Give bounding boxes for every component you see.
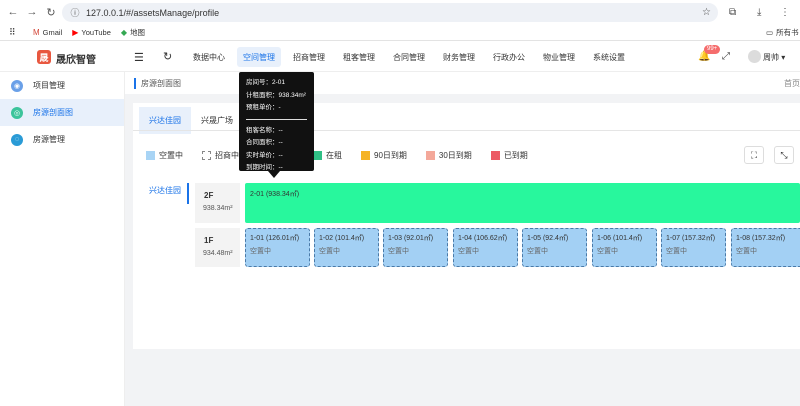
floor-name: 1F (204, 236, 214, 245)
tooltip-arrow (268, 171, 280, 178)
top-nav: 数据中心 空间管理 招商管理 租客管理 合同管理 财务管理 行政办公 物业管理 … (187, 47, 637, 67)
logo-icon: 晟 (37, 50, 51, 64)
menu-icon[interactable]: ⋮ (780, 4, 790, 21)
legend-rented: 在租 (313, 150, 342, 161)
legend-expired: 已到期 (490, 150, 528, 161)
status-legend: 空置中 招商中 在租 90日到期 30日到期 已到期 (146, 150, 547, 161)
forward-icon[interactable]: → (24, 4, 40, 20)
nav-tenant[interactable]: 租客管理 (337, 47, 381, 67)
nav-system-settings[interactable]: 系统设置 (587, 47, 631, 67)
browser-toolbar: ← → ↻ ⓘ 127.0.0.1/#/assetsManage/profile… (0, 0, 800, 25)
legend-vacant: 空置中 (146, 150, 183, 161)
legend-swatch (146, 151, 155, 160)
room-1-01[interactable]: 1-01 (126.01㎡) 空置中 (245, 228, 310, 267)
nav-space-management[interactable]: 空间管理 (237, 47, 281, 67)
legend-swatch (313, 151, 322, 160)
star-icon[interactable]: ☆ (702, 4, 711, 21)
legend-30-days: 30日到期 (425, 150, 472, 161)
sidebar-item-projects[interactable]: ◉ 项目管理 (0, 72, 124, 99)
breadcrumb-home[interactable]: 首页 (784, 78, 800, 89)
app-header: 晟 晟欣智管 ☰ ↻ 数据中心 空间管理 招商管理 租客管理 合同管理 财务管理… (0, 42, 800, 72)
fullscreen-view-icon[interactable]: ⛶ (744, 146, 764, 164)
folder-icon: ▭ (766, 28, 774, 37)
breadcrumb-bar: 房源剖面图 首页 (125, 72, 800, 94)
legend-90-days: 90日到期 (361, 150, 407, 161)
floor-1f: 1F 934.48m² (195, 228, 240, 267)
floor-area: 938.34m² (203, 205, 233, 212)
maps-icon: ◆ (120, 28, 128, 37)
room-1-07[interactable]: 1-07 (157.32㎡) 空置中 (661, 228, 726, 267)
profile-chart-icon: ◎ (11, 106, 23, 119)
nav-admin-office[interactable]: 行政办公 (487, 47, 531, 67)
apps-icon[interactable]: ⠿ (9, 27, 16, 38)
sidebar-item-profile[interactable]: ◎ 房源剖面图 (0, 99, 124, 126)
room-1-05[interactable]: 1-05 (92.4㎡) 空置中 (522, 228, 587, 267)
room-1-08[interactable]: 1-08 (157.32㎡) 空置中 (731, 228, 800, 267)
legend-swatch (425, 151, 435, 160)
tooltip-divider (246, 118, 307, 120)
room-1-06[interactable]: 1-06 (101.4㎡) 空置中 (592, 228, 657, 267)
site-info-icon[interactable]: ⓘ (70, 8, 80, 18)
refresh-icon[interactable]: ↻ (163, 50, 172, 63)
back-icon[interactable]: ← (5, 4, 21, 20)
nav-data-center[interactable]: 数据中心 (187, 47, 231, 67)
floor-name: 2F (204, 191, 214, 200)
nav-contract[interactable]: 合同管理 (387, 47, 431, 67)
nav-finance[interactable]: 财务管理 (437, 47, 481, 67)
breadcrumb[interactable]: 房源剖面图 (134, 78, 181, 89)
room-1-02[interactable]: 1-02 (101.4㎡) 空置中 (314, 228, 379, 267)
expand-icon[interactable]: ⤡ (774, 146, 794, 164)
fullscreen-icon[interactable]: ⤢ (722, 51, 730, 62)
brand-name: 晟欣智管 (56, 55, 96, 66)
room-2-01[interactable]: 2-01 (938.34㎡) (245, 183, 800, 223)
project-icon: ◉ (11, 79, 23, 92)
address-bar[interactable]: ⓘ 127.0.0.1/#/assetsManage/profile (62, 3, 718, 22)
main-content: 房源剖面图 首页 兴达佳园 兴晟广场 空置中 招商中 在租 90日到期 30日到… (125, 72, 800, 406)
nav-investment[interactable]: 招商管理 (287, 47, 331, 67)
bookmarks-bar: ⠿ M Gmail ▶ YouTube ◆ 地图 ▭ 所有书 (0, 25, 800, 41)
download-icon[interactable]: ⤓ (757, 4, 761, 21)
nav-property[interactable]: 物业管理 (537, 47, 581, 67)
legend-swatch (490, 151, 500, 160)
listing-icon: ◌ (11, 133, 23, 146)
youtube-icon: ▶ (72, 28, 79, 37)
url-text: 127.0.0.1/#/assetsManage/profile (86, 7, 220, 18)
floor-2f: 2F 938.34m² (195, 183, 240, 223)
bookmark-maps[interactable]: ◆ 地图 (121, 27, 145, 38)
room-1-04[interactable]: 1-04 (106.62㎡) 空置中 (453, 228, 518, 267)
legend-leasing: 招商中 (202, 150, 239, 161)
gmail-icon: M (33, 28, 40, 37)
extensions-icon[interactable]: ⧉ (729, 4, 736, 21)
floor-area: 934.48m² (203, 250, 233, 257)
sidebar-item-listings[interactable]: ◌ 房源管理 (0, 126, 124, 153)
legend-swatch (361, 151, 370, 160)
legend-swatch (202, 151, 211, 160)
sidebar: ◉ 项目管理 ◎ 房源剖面图 ◌ 房源管理 (0, 72, 125, 406)
profile-panel: 兴达佳园 兴晟广场 空置中 招商中 在租 90日到期 30日到期 已到期 ⛶ ⤡… (133, 103, 800, 349)
room-tooltip: 房间号：2-01 计租面积：938.34m² 预租单价：- 租客名称：-- 合同… (239, 72, 314, 171)
room-1-03[interactable]: 1-03 (92.01㎡) 空置中 (383, 228, 448, 267)
user-menu[interactable]: 周帅 ▾ (763, 52, 785, 63)
building-label[interactable]: 兴达佳园 (141, 183, 189, 204)
reload-icon[interactable]: ↻ (43, 4, 59, 20)
notification-badge: 99+ (704, 45, 721, 54)
tab-divider (133, 130, 800, 131)
all-bookmarks[interactable]: ▭ 所有书 (766, 27, 799, 38)
bookmark-youtube[interactable]: ▶ YouTube (72, 27, 111, 38)
avatar[interactable] (748, 50, 761, 63)
bookmark-gmail[interactable]: M Gmail (33, 27, 62, 38)
hamburger-icon[interactable]: ☰ (134, 51, 144, 64)
